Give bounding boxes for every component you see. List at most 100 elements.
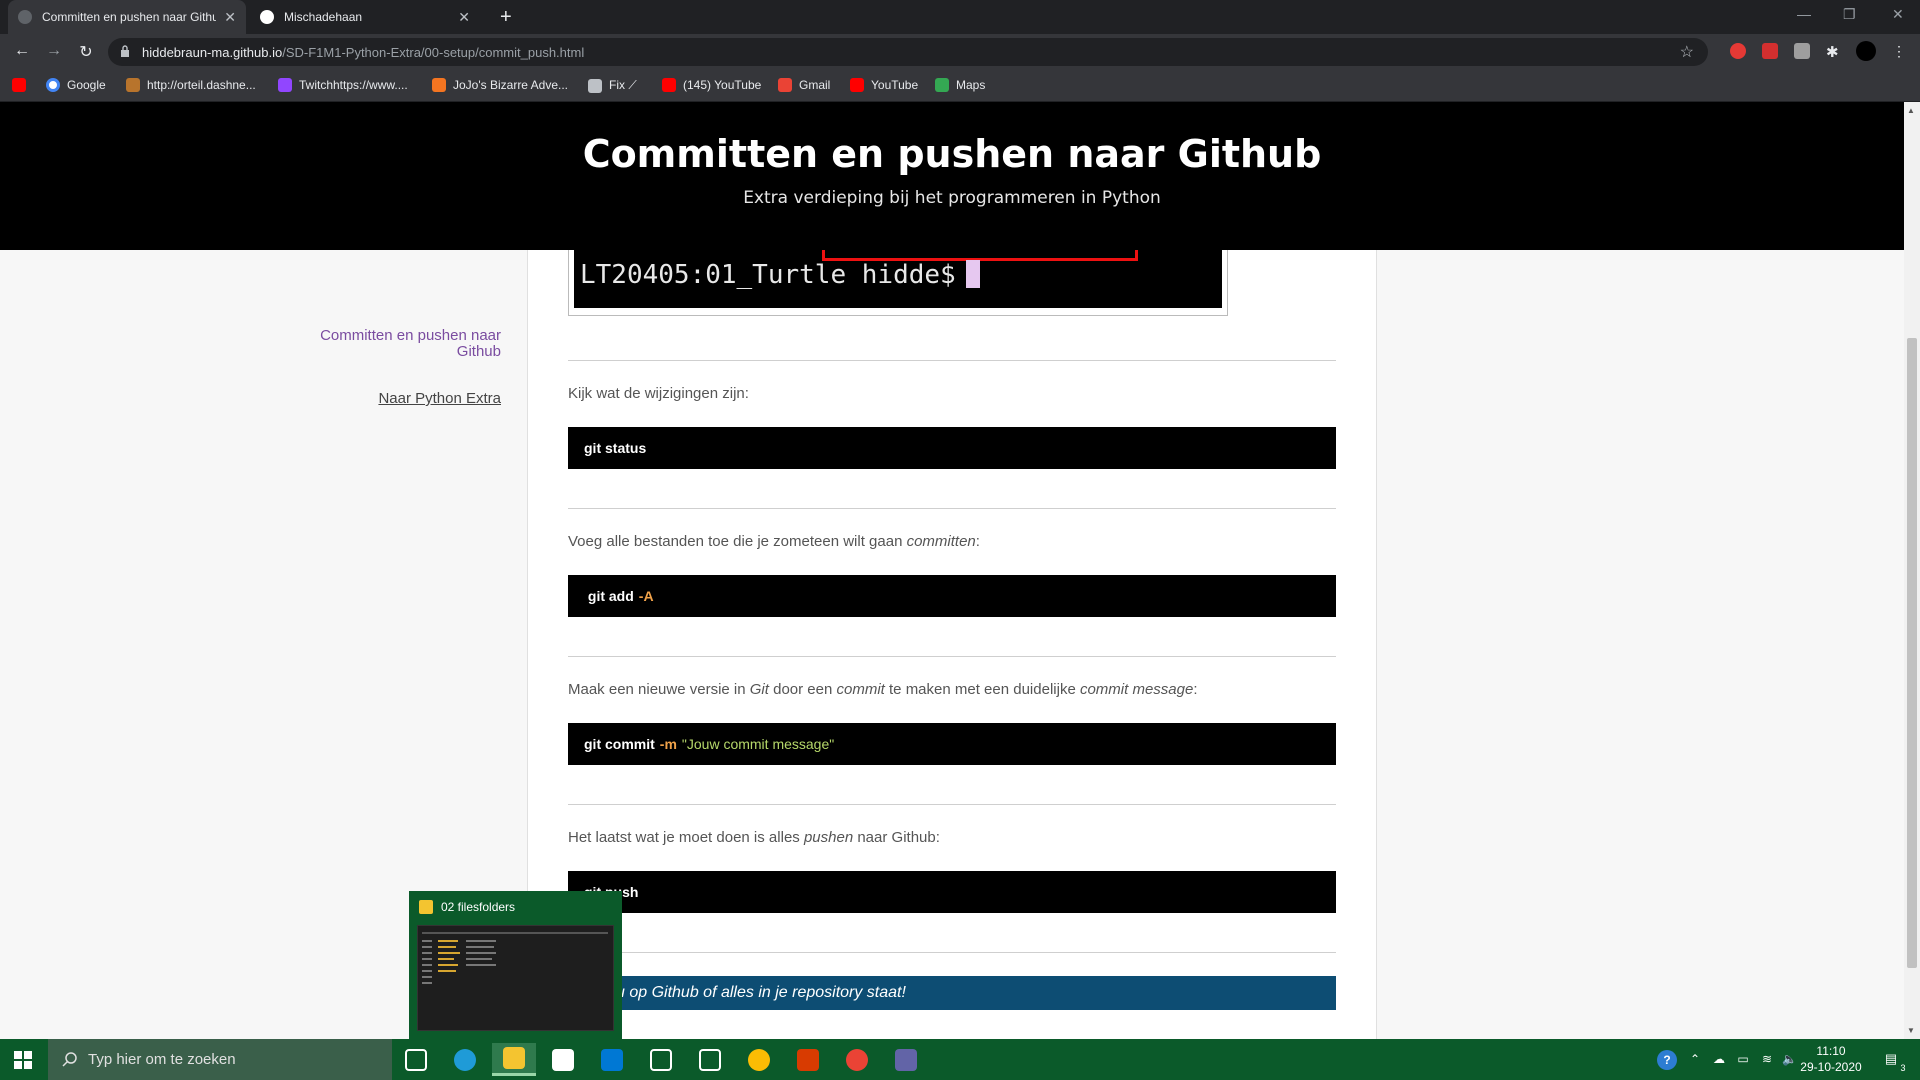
bookmark-item[interactable]: http://orteil.dashne... [126,78,256,92]
tab-close-icon[interactable]: ✕ [458,9,470,26]
sidebar-back-link[interactable]: Naar Python Extra [378,390,501,407]
description-text: naar Github: [853,829,940,846]
windows-start-icon[interactable] [14,1051,32,1069]
cookie-icon [126,78,140,92]
taskbar-thumbnail-preview[interactable]: 02 filesfolders [409,891,622,1039]
scroll-up-icon[interactable]: ▲ [1907,106,1915,115]
bookmark-item[interactable]: Gmail [778,78,830,92]
scroll-thumb[interactable] [1907,338,1917,968]
taskbar-app[interactable] [639,1043,683,1076]
extension-grey-icon[interactable] [1794,43,1810,59]
wifi-icon[interactable]: ≋ [1760,1052,1774,1066]
edge-icon [454,1048,476,1071]
bolt-icon [699,1048,721,1071]
gmail-icon [778,78,792,92]
extension-red-icon[interactable] [1730,43,1746,59]
taskbar-app[interactable] [786,1043,830,1076]
bookmark-item[interactable] [12,78,33,92]
taskbar-app[interactable] [492,1043,536,1076]
description-text: Kijk wat de wijzigingen zijn: [568,385,749,402]
code-flag: -A [638,588,654,604]
description-text: commit message [1079,681,1194,698]
menu-kebab-icon[interactable]: ⋮ [1892,43,1908,59]
chrome-profile-icon [846,1048,868,1071]
clock-date: 29-10-2020 [1800,1060,1862,1074]
dropbox-icon [650,1048,672,1071]
teams-icon [895,1048,917,1071]
volume-icon[interactable]: 🔈 [1782,1052,1797,1066]
code-block: git push [568,871,1336,913]
thumbnail-title: 02 filesfolders [441,900,516,914]
address-bar[interactable]: hiddebraun-ma.github.io/SD-F1M1-Python-E… [108,38,1708,66]
bookmark-item[interactable]: Twitchhttps://www.... [278,78,408,92]
tab-mischadehaan[interactable]: Mischadehaan ✕ [250,0,480,34]
url-path: /SD-F1M1-Python-Extra/00-setup/commit_pu… [282,44,585,60]
tab-committen[interactable]: Committen en pushen naar Github ✕ [8,0,246,34]
page-header: Committen en pushen naar Github Extra ve… [0,102,1904,250]
bookmark-label: Gmail [799,78,831,92]
system-clock[interactable]: 11:10 29-10-2020 [1800,1043,1862,1075]
profile-avatar[interactable] [1856,41,1876,61]
extensions-puzzle-icon[interactable]: ✱ [1826,43,1842,61]
taskbar-app[interactable] [541,1043,585,1076]
tab-close-icon[interactable]: ✕ [224,9,236,26]
step-description: Maak een nieuwe versie in Git door een c… [568,681,1198,698]
code-command: git status [584,440,647,456]
folder-icon [419,900,433,914]
description-text: : [975,533,980,550]
sidebar-current-link[interactable]: Committen en pushen naar Github [281,328,501,360]
divider [568,952,1336,953]
back-icon[interactable]: ← [12,42,32,60]
bookmark-item[interactable]: Fix ⟋ [588,78,637,93]
new-tab-button[interactable]: + [500,6,512,29]
minimize-icon[interactable]: — [1797,6,1811,22]
extension-flag-icon[interactable] [1762,43,1778,59]
page-title: Committen en pushen naar Github [582,132,1322,176]
description-text: te maken met een duidelijke [884,681,1080,698]
youtube-icon [662,78,676,92]
chrome-icon [748,1048,770,1071]
bookmark-item[interactable]: JoJo's Bizarre Adve... [432,78,568,92]
windows-taskbar: Typ hier om te zoeken ? ⌃ ☁ ▭ ≋ 🔈 11:10 … [0,1039,1920,1080]
taskbar-app[interactable] [443,1043,487,1076]
close-window-icon[interactable]: ✕ [1892,6,1904,23]
forward-icon[interactable]: → [44,42,64,60]
taskbar-app[interactable] [590,1043,634,1076]
scroll-down-icon[interactable]: ▼ [1907,1026,1915,1035]
code-string: "Jouw commit message" [681,736,835,752]
battery-icon[interactable]: ▭ [1736,1052,1750,1066]
onedrive-icon[interactable]: ☁ [1712,1052,1726,1066]
bookmark-item[interactable]: Maps [935,78,985,92]
reload-icon[interactable]: ↻ [76,42,96,62]
search-icon [62,1052,77,1067]
window-preview-image[interactable] [417,925,614,1031]
restore-icon[interactable]: ❐ [1843,6,1856,23]
store-icon [552,1048,574,1071]
bookmark-item[interactable]: YouTube [850,78,918,92]
page-scrollbar[interactable]: ▲ ▼ [1904,102,1920,1039]
taskbar-app[interactable] [394,1043,438,1076]
bookmark-star-icon[interactable]: ☆ [1680,42,1694,62]
github-icon [260,10,274,24]
bookmark-label: YouTube [871,78,919,92]
bookmark-label: Twitchhttps://www.... [299,78,408,92]
notification-count: 3 [1900,1063,1906,1073]
taskbar-app[interactable] [835,1043,879,1076]
taskbar-app[interactable] [884,1043,928,1076]
step-description: Het laatst wat je moet doen is alles pus… [568,829,940,846]
step-description: Voeg alle bestanden toe die je zometeen … [568,533,980,550]
divider [568,656,1336,657]
bookmark-label: (145) YouTube [683,78,762,92]
bookmark-item[interactable]: Google [46,78,106,92]
taskbar-search-box[interactable]: Typ hier om te zoeken [48,1039,392,1080]
taskbar-app[interactable] [688,1043,732,1076]
taskbar-app[interactable] [737,1043,781,1076]
help-icon[interactable]: ? [1657,1050,1677,1070]
code-flag: -m [659,736,677,752]
chevron-up-icon[interactable]: ⌃ [1688,1052,1702,1066]
bookmark-item[interactable]: (145) YouTube [662,78,761,92]
terminal-prompt: LT20405:01_Turtle hidde$ [580,260,956,290]
description-text: Voeg alle bestanden toe die je zometeen … [568,533,907,550]
tab-label: Mischadehaan [284,10,363,24]
tab-label: Committen en pushen naar Github [42,10,217,24]
